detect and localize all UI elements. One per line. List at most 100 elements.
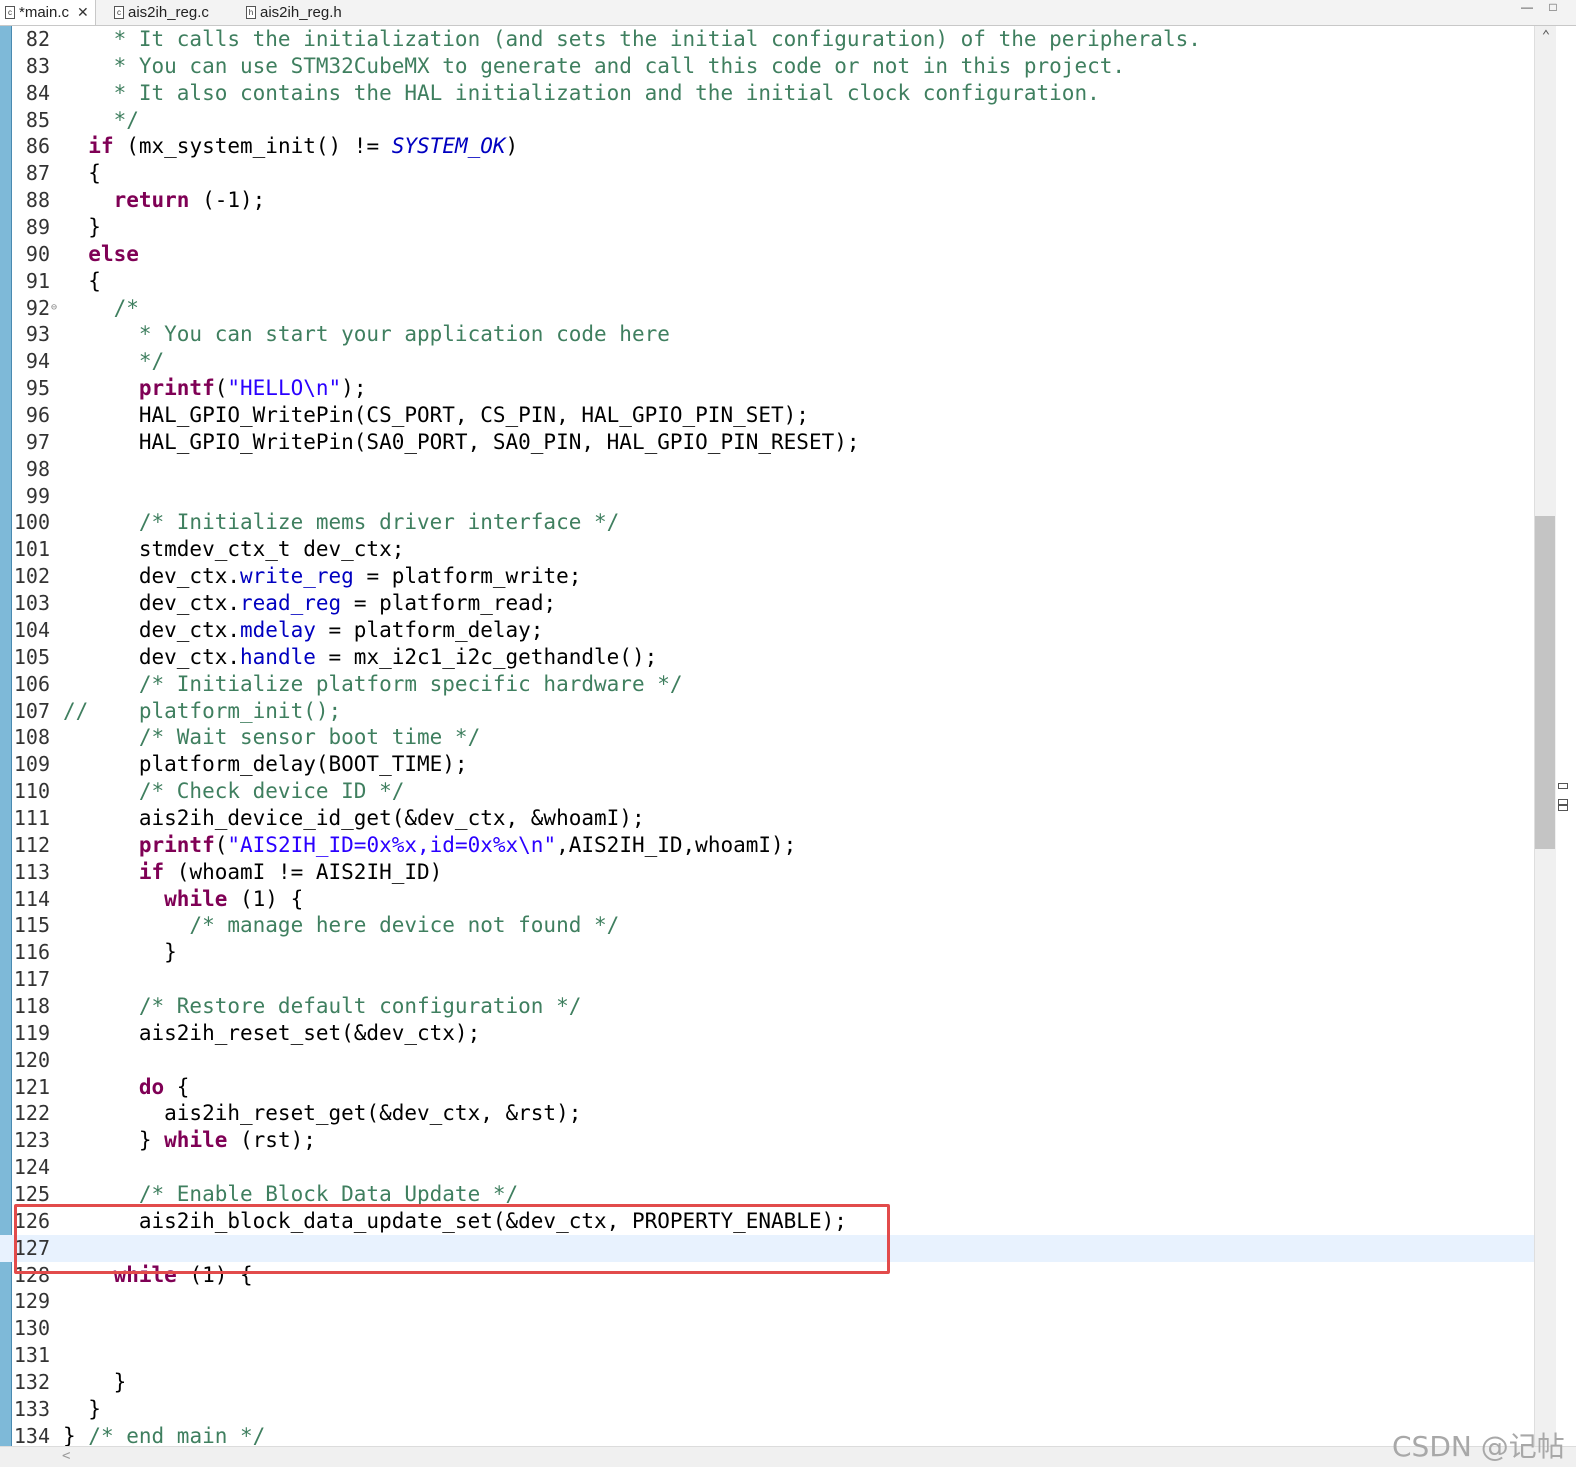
code-line[interactable]: 91 { <box>0 268 1534 295</box>
code-line[interactable]: 101 stmdev_ctx_t dev_ctx; <box>0 536 1534 563</box>
code-line[interactable]: 123 } while (rst); <box>0 1127 1534 1154</box>
code-text: dev_ctx.write_reg = platform_write; <box>63 563 582 590</box>
code-line[interactable]: 97 HAL_GPIO_WritePin(SA0_PORT, SA0_PIN, … <box>0 429 1534 456</box>
code-text: * It also contains the HAL initializatio… <box>63 80 1100 107</box>
line-number: 124 <box>13 1155 50 1180</box>
code-line[interactable]: 124 <box>0 1154 1534 1181</box>
code-text: while (1) { <box>63 886 303 913</box>
tab-ais2ih-reg-h[interactable]: h ais2ih_reg.h <box>240 0 348 25</box>
line-number: 90 <box>25 241 50 266</box>
line-number: 134 <box>13 1423 50 1446</box>
code-line[interactable]: 133 } <box>0 1396 1534 1423</box>
line-number: 99 <box>25 483 50 508</box>
line-number: 88 <box>25 188 50 213</box>
overview-mark[interactable] <box>1558 805 1568 811</box>
code-line[interactable]: 94 */ <box>0 348 1534 375</box>
code-editor[interactable]: 82 * It calls the initialization (and se… <box>0 26 1534 1446</box>
code-line[interactable]: 116 } <box>0 939 1534 966</box>
horizontal-scrollbar[interactable]: < <box>0 1446 1576 1467</box>
code-token: (whoamI != AIS2IH_ID) <box>164 859 443 884</box>
code-line[interactable]: 89 } <box>0 214 1534 241</box>
code-line[interactable]: 92 ⊖ /* <box>0 295 1534 322</box>
code-line[interactable]: 82 * It calls the initialization (and se… <box>0 26 1534 53</box>
code-token: = platform_delay; <box>315 617 544 642</box>
code-text: dev_ctx.read_reg = platform_read; <box>63 590 556 617</box>
maximize-icon[interactable]: □ <box>1546 1 1560 14</box>
code-line[interactable]: 107 // platform_init(); <box>0 698 1534 725</box>
code-line[interactable]: 110 /* Check device ID */ <box>0 778 1534 805</box>
code-line[interactable]: 114 while (1) { <box>0 886 1534 913</box>
code-token: dev_ctx. <box>63 644 241 669</box>
code-line[interactable]: 104 dev_ctx.mdelay = platform_delay; <box>0 617 1534 644</box>
code-line[interactable]: 113 if (whoamI != AIS2IH_ID) <box>0 859 1534 886</box>
scroll-left-icon[interactable]: < <box>62 1448 70 1464</box>
code-line[interactable]: 93 * You can start your application code… <box>0 321 1534 348</box>
code-token: HAL_GPIO_WritePin(CS_PORT, CS_PIN, HAL_G… <box>63 403 809 428</box>
code-line[interactable]: 130 <box>0 1315 1534 1342</box>
code-line[interactable]: 96 HAL_GPIO_WritePin(CS_PORT, CS_PIN, HA… <box>0 402 1534 429</box>
code-text: * You can use STM32CubeMX to generate an… <box>63 53 1125 80</box>
code-line[interactable]: 106 /* Initialize platform specific hard… <box>0 671 1534 698</box>
code-line[interactable]: 121 do { <box>0 1074 1534 1101</box>
line-number: 117 <box>13 967 50 992</box>
code-line[interactable]: 86 if (mx_system_init() != SYSTEM_OK) <box>0 133 1534 160</box>
line-number: 115 <box>13 913 50 938</box>
minimize-icon[interactable]: — <box>1520 1 1534 14</box>
code-token: { <box>63 268 101 293</box>
code-token: dev_ctx. <box>63 591 241 616</box>
line-number: 114 <box>13 886 50 911</box>
code-line[interactable]: 108 /* Wait sensor boot time */ <box>0 724 1534 751</box>
code-token: { <box>63 161 101 186</box>
code-line[interactable]: 102 dev_ctx.write_reg = platform_write; <box>0 563 1534 590</box>
watermark: CSDN @记帖 <box>1392 1430 1565 1463</box>
close-icon[interactable]: ✕ <box>77 4 89 21</box>
code-line[interactable]: 119 ais2ih_reset_set(&dev_ctx); <box>0 1020 1534 1047</box>
code-line[interactable]: 84 * It also contains the HAL initializa… <box>0 80 1534 107</box>
code-line[interactable]: 115 /* manage here device not found */ <box>0 912 1534 939</box>
code-line[interactable]: 95 printf("HELLO\n"); <box>0 375 1534 402</box>
code-line[interactable]: 118 /* Restore default configuration */ <box>0 993 1534 1020</box>
line-number: 93 <box>25 322 50 347</box>
code-line[interactable]: 90 else <box>0 241 1534 268</box>
code-line[interactable]: 105 dev_ctx.handle = mx_i2c1_i2c_gethand… <box>0 644 1534 671</box>
code-text: // platform_init(); <box>63 698 341 725</box>
scroll-up-icon[interactable]: ⌃ <box>1535 28 1557 44</box>
tab-main-c[interactable]: c *main.c ✕ <box>0 0 96 25</box>
code-line[interactable]: 88 return (-1); <box>0 187 1534 214</box>
code-line[interactable]: 99 <box>0 483 1534 510</box>
code-line[interactable]: 85 */ <box>0 107 1534 134</box>
code-line[interactable]: 111 ais2ih_device_id_get(&dev_ctx, &whoa… <box>0 805 1534 832</box>
code-token: = platform_write; <box>353 564 582 589</box>
code-line[interactable]: 98 <box>0 456 1534 483</box>
vertical-scrollbar[interactable]: ⌃ <box>1534 26 1557 1446</box>
code-line[interactable]: 109 platform_delay(BOOT_TIME); <box>0 751 1534 778</box>
code-line[interactable]: 120 <box>0 1047 1534 1074</box>
code-line[interactable]: 134} /* end main */ <box>0 1423 1534 1446</box>
code-token: } <box>63 1396 101 1421</box>
line-number: 122 <box>13 1101 50 1126</box>
code-line[interactable]: 117 <box>0 966 1534 993</box>
code-line[interactable]: 122 ais2ih_reset_get(&dev_ctx, &rst); <box>0 1100 1534 1127</box>
code-token: while <box>164 886 228 911</box>
code-text: return (-1); <box>63 187 266 214</box>
code-line[interactable]: 131 <box>0 1342 1534 1369</box>
code-line[interactable]: 112 printf("AIS2IH_ID=0x%x,id=0x%x\n",AI… <box>0 832 1534 859</box>
line-number: 120 <box>13 1047 50 1072</box>
code-text: if (mx_system_init() != SYSTEM_OK) <box>63 133 518 160</box>
code-text: } while (rst); <box>63 1127 316 1154</box>
code-line[interactable]: 132 } <box>0 1369 1534 1396</box>
code-token: ais2ih_reset_set(&dev_ctx); <box>63 1020 481 1045</box>
scrollbar-thumb[interactable] <box>1535 516 1555 849</box>
code-token: if <box>138 859 165 884</box>
code-line[interactable]: 103 dev_ctx.read_reg = platform_read; <box>0 590 1534 617</box>
line-number: 83 <box>25 53 50 78</box>
line-number: 102 <box>13 564 50 589</box>
overview-ruler <box>1556 26 1576 1446</box>
overview-mark[interactable] <box>1558 783 1568 789</box>
code-line[interactable]: 83 * You can use STM32CubeMX to generate… <box>0 53 1534 80</box>
code-line[interactable]: 129 <box>0 1288 1534 1315</box>
code-line[interactable]: 87 { <box>0 160 1534 187</box>
tab-ais2ih-reg-c[interactable]: c ais2ih_reg.c <box>108 0 215 25</box>
fold-toggle-icon[interactable]: ⊖ <box>51 302 57 313</box>
code-line[interactable]: 100 /* Initialize mems driver interface … <box>0 509 1534 536</box>
